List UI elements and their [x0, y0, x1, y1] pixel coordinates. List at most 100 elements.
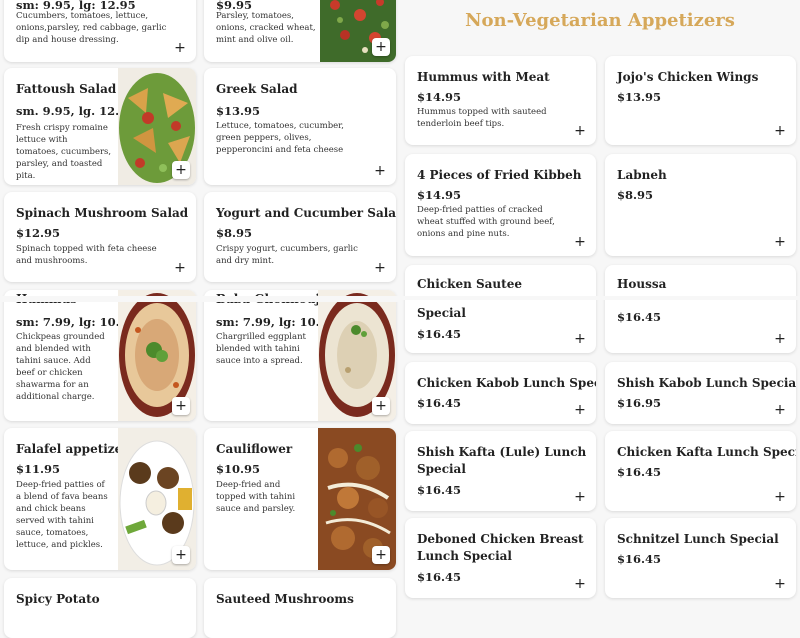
fattoush-image: + [118, 68, 196, 185]
add-item-button[interactable]: + [572, 489, 588, 505]
item-description: Chargrilled eggplant blended with tahini… [216, 332, 306, 366]
menu-item-card[interactable]: Falafel appetizer $11.95 Deep-fried patt… [4, 428, 196, 570]
add-item-button[interactable]: + [572, 402, 588, 418]
add-item-button[interactable]: + [572, 123, 588, 139]
add-item-button[interactable]: + [572, 576, 588, 592]
item-price: $16.45 [417, 570, 462, 584]
menu-item-card[interactable]: Cauliflower $10.95 Deep-fried and topped… [204, 428, 396, 570]
menu-item-card[interactable]: Sauteed Mushrooms [204, 578, 396, 638]
menu-item-card[interactable]: Jojo's Chicken Wings $13.95 + [605, 56, 796, 145]
item-price: $16.45 [617, 310, 662, 324]
item-price: $8.95 [216, 226, 253, 240]
menu-item-card[interactable]: Yogurt and Cucumber Salad $8.95 Crispy y… [204, 192, 396, 282]
item-price: $12.95 [16, 226, 61, 240]
item-name: Greek Salad [216, 82, 298, 96]
menu-item-card[interactable]: Baba Ghonnouj sm: 7.99, lg: 10.99 Chargr… [204, 290, 396, 421]
item-name-line2: Lunch Special [417, 549, 512, 563]
item-price: $13.95 [216, 104, 261, 118]
item-price: $16.45 [417, 396, 462, 410]
add-item-button[interactable]: + [172, 397, 190, 415]
item-name: Cauliflower [216, 442, 293, 456]
item-name: Houssa [617, 277, 667, 291]
add-item-button[interactable]: + [372, 163, 388, 179]
item-price: $14.95 [417, 188, 462, 202]
item-price: $14.95 [417, 90, 462, 104]
item-name: Shish Kafta (Lule) Lunch [417, 445, 587, 459]
item-name-line2: Special [417, 462, 466, 476]
menu-item-card[interactable]: Hummus with Meat $14.95 Hummus topped wi… [405, 56, 596, 145]
item-price: $10.95 [216, 462, 261, 476]
item-price: $11.95 [16, 462, 61, 476]
add-item-button[interactable]: + [772, 489, 788, 505]
menu-item-card[interactable]: 4 Pieces of Fried Kibbeh $14.95 Deep-fri… [405, 154, 596, 256]
add-item-button[interactable]: + [372, 397, 390, 415]
item-price: $16.45 [617, 465, 662, 479]
item-description: Hummus topped with sauteed tenderloin be… [417, 107, 547, 129]
item-name: Sauteed Mushrooms [216, 592, 354, 606]
menu-item-card[interactable]: Hummus sm: 7.99, lg: 10.99 Chickpeas gro… [4, 290, 196, 421]
add-item-button[interactable]: + [772, 402, 788, 418]
add-item-button[interactable]: + [172, 40, 188, 56]
item-description: Parsley, tomatoes, onions, cracked wheat… [216, 11, 316, 45]
item-description: Deep-fried patties of cracked wheat stuf… [417, 205, 555, 239]
add-item-button[interactable]: + [372, 546, 390, 564]
item-name: Schnitzel Lunch Special [617, 532, 779, 546]
hummus-image: + [118, 290, 196, 421]
add-item-button[interactable]: + [572, 234, 588, 250]
add-item-button[interactable]: + [172, 260, 188, 276]
menu-item-card[interactable]: Schnitzel Lunch Special $16.45 + [605, 518, 796, 598]
menu-item-card[interactable]: $9.95 Parsley, tomatoes, onions, cracked… [204, 0, 396, 62]
item-price: $16.95 [617, 396, 662, 410]
item-price: $8.95 [617, 188, 654, 202]
item-name: Hummus with Meat [417, 70, 550, 84]
item-description: Deep-fried and topped with tahini sauce … [216, 480, 296, 514]
add-item-button[interactable]: + [372, 260, 388, 276]
item-name: Shish Kabob Lunch Special [617, 376, 796, 390]
menu-item-card[interactable]: Labneh $8.95 + [605, 154, 796, 256]
menu-item-card[interactable]: Chicken Kafta Lunch Special $16.45 + [605, 431, 796, 511]
item-name: Spinach Mushroom Salad [16, 206, 189, 220]
add-item-button[interactable]: + [572, 331, 588, 347]
menu-item-card[interactable]: Deboned Chicken Breast Lunch Special $16… [405, 518, 596, 598]
item-name: Falafel appetizer [16, 442, 129, 456]
item-name: Chicken Sautee [417, 277, 522, 291]
item-description: Crispy yogurt, cucumbers, garlic and dry… [216, 244, 358, 266]
menu-item-card[interactable]: Chicken Kabob Lunch Special $16.45 + [405, 362, 596, 424]
item-price: $13.95 [617, 90, 662, 104]
item-name: Deboned Chicken Breast [417, 532, 584, 546]
item-description: Lettuce, tomatoes, cucumber, green peppe… [216, 121, 344, 155]
item-price: $16.45 [617, 552, 662, 566]
item-price: $16.45 [417, 327, 462, 341]
menu-item-card[interactable]: Shish Kafta (Lule) Lunch Special $16.45 … [405, 431, 596, 511]
menu-item-card[interactable]: sm: 9.95, lg: 12.95 Cucumbers, tomatoes,… [4, 0, 196, 62]
add-item-button[interactable]: + [772, 576, 788, 592]
item-name: Chicken Kafta Lunch Special [617, 445, 796, 459]
menu-item-card[interactable]: Greek Salad $13.95 Lettuce, tomatoes, cu… [204, 68, 396, 185]
item-name: 4 Pieces of Fried Kibbeh [417, 168, 582, 182]
section-title: Non-Vegetarian Appetizers [465, 10, 735, 31]
item-description: Spinach topped with feta cheese and mush… [16, 244, 157, 266]
menu-item-card[interactable]: Fattoush Salad sm. 9.95, lg. 12.95 Fresh… [4, 68, 196, 185]
add-item-button[interactable]: + [172, 161, 190, 179]
falafel-image: + [118, 428, 196, 570]
menu-item-card[interactable]: Spicy Potato [4, 578, 196, 638]
item-price: $16.45 [417, 483, 462, 497]
add-item-button[interactable]: + [772, 234, 788, 250]
menu-item-card[interactable]: Houssa $16.45 + [605, 265, 796, 353]
baba-ghonnouj-image: + [318, 290, 396, 421]
add-item-button[interactable]: + [372, 38, 390, 56]
add-item-button[interactable]: + [772, 331, 788, 347]
tabouleh-image: + [320, 0, 396, 62]
cauliflower-image: + [318, 428, 396, 570]
scroll-seam [0, 296, 400, 302]
add-item-button[interactable]: + [172, 546, 190, 564]
item-description: Cucumbers, tomatoes, lettuce, onions,par… [16, 11, 167, 45]
item-name: Spicy Potato [16, 592, 100, 606]
item-name: Chicken Kabob Lunch Special [417, 376, 596, 390]
menu-item-card[interactable]: Spinach Mushroom Salad $12.95 Spinach to… [4, 192, 196, 282]
menu-item-card[interactable]: Chicken Sautee Special $16.45 + [405, 265, 596, 353]
add-item-button[interactable]: + [772, 123, 788, 139]
item-name-line2: Special [417, 306, 466, 320]
menu-item-card[interactable]: Shish Kabob Lunch Special $16.95 + [605, 362, 796, 424]
item-name: Labneh [617, 168, 667, 182]
